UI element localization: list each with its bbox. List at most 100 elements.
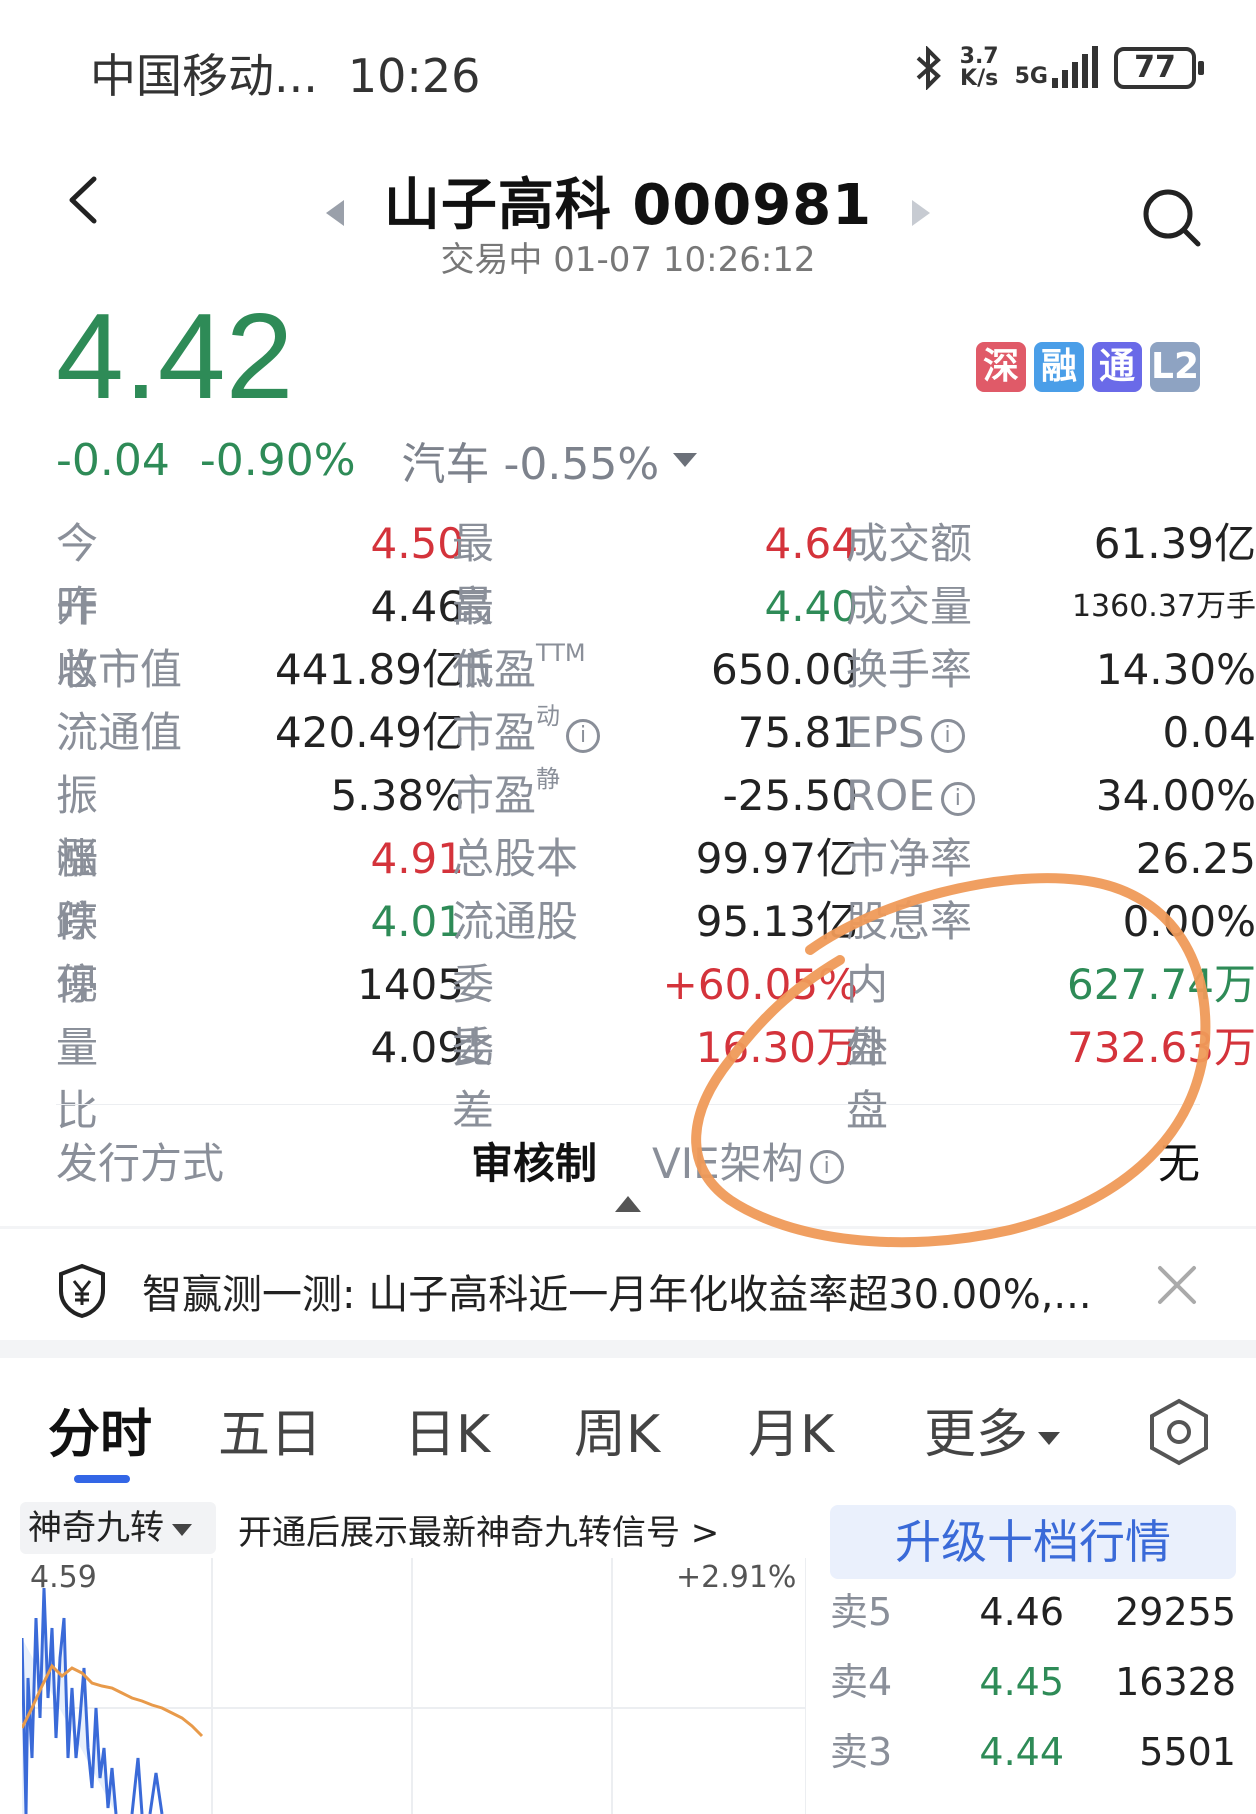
- status-bar-right: 3.7 K/s 5G 77: [914, 46, 1204, 90]
- pe-ttm-value: 650.00: [711, 645, 858, 694]
- network-type: 5G: [1014, 64, 1048, 89]
- upgrade-level10-button[interactable]: 升级十档行情: [830, 1505, 1236, 1579]
- current-vol-value: 1405: [357, 960, 464, 1009]
- signal-bars: [1052, 46, 1098, 88]
- roe-value: 34.00%: [1095, 771, 1256, 820]
- float-cap-label: 流通值: [56, 708, 183, 757]
- total-shares-value: 99.97亿: [695, 834, 858, 883]
- low-value: 4.40: [764, 582, 858, 631]
- quote-row: 跌停 4.01 流通股 95.13亿 股息率 0.00%: [56, 890, 1256, 1009]
- tab-weekly-k[interactable]: 周K: [574, 1392, 660, 1467]
- info-icon[interactable]: i: [566, 718, 601, 753]
- ask-price: 4.44: [979, 1730, 1064, 1774]
- bluetooth-icon: [916, 46, 941, 90]
- market-cap-value: 441.89亿: [275, 645, 464, 694]
- order-book-row: 卖3 4.44 5501: [830, 1722, 1236, 1782]
- quote-row: 流通值 420.49亿 市盈动i 75.81 EPS i 0.04: [56, 701, 1256, 764]
- signal-icon: 5G: [1014, 46, 1098, 89]
- page-title: 山子高科 000981: [383, 173, 873, 238]
- section-separator: [0, 1226, 1256, 1229]
- indicator-upgrade-link[interactable]: 开通后展示最新神奇九转信号 >: [238, 1505, 719, 1554]
- dividend-value: 0.00%: [1122, 897, 1256, 946]
- volume-value: 1360.37万手: [1071, 589, 1256, 624]
- ask-price: 4.46: [979, 1590, 1064, 1634]
- quote-row: 涨停 4.91 总股本 99.97亿 市净率 26.25: [56, 827, 1256, 946]
- vie-value: 无: [1157, 1139, 1200, 1188]
- price-change-line: -0.04 -0.90% 汽车 -0.55%: [56, 428, 698, 492]
- quote-row: 量比 4.09 委差 16.30万 外盘 732.63万: [56, 1016, 1256, 1135]
- notice-text: 智赢测一测: 山子高科近一月年化收益率超30.00%,...: [142, 1272, 1092, 1318]
- indicator-select[interactable]: 神奇九转: [20, 1502, 216, 1554]
- section-separator: [0, 1340, 1256, 1358]
- pb-value: 26.25: [1135, 834, 1256, 883]
- settings-hexagon-icon[interactable]: [1146, 1397, 1212, 1467]
- net-speed: 3.7 K/s: [960, 46, 999, 90]
- market-badges: 深 融 通 L2: [976, 342, 1200, 392]
- open-value: 4.50: [370, 519, 464, 568]
- chevron-down-icon: [172, 1523, 192, 1536]
- close-icon[interactable]: [1154, 1262, 1200, 1308]
- tab-five-day[interactable]: 五日: [218, 1392, 322, 1467]
- vie-label-text: VIE架构: [652, 1139, 804, 1188]
- pe-dynamic-label: 市盈动i: [452, 701, 602, 764]
- status-bar-left: 中国移动... 10:26: [90, 40, 480, 106]
- intraday-chart[interactable]: [22, 1558, 806, 1814]
- price-change: -0.04: [56, 434, 170, 486]
- tab-monthly-k[interactable]: 月K: [748, 1392, 834, 1467]
- order-book-row: 卖5 4.46 29255: [830, 1582, 1236, 1642]
- badge-margin[interactable]: 融: [1034, 342, 1084, 392]
- collapse-arrow-icon[interactable]: [615, 1196, 641, 1212]
- vol-ratio-value: 4.09: [370, 1023, 464, 1072]
- bid-ratio-value: +60.05%: [662, 960, 858, 1009]
- ask-price: 4.45: [979, 1660, 1064, 1704]
- ask-volume: 5501: [1139, 1730, 1236, 1774]
- price-change-pct: -0.90%: [199, 434, 356, 486]
- badge-shenzhen[interactable]: 深: [976, 342, 1026, 392]
- pe-dynamic-value: 75.81: [737, 708, 858, 757]
- next-stock-arrow-icon[interactable]: [912, 200, 930, 226]
- pe-dyn-superscript: 动: [536, 702, 561, 730]
- search-icon[interactable]: [1140, 186, 1204, 250]
- tab-daily-k[interactable]: 日K: [404, 1392, 490, 1467]
- eps-label-text: EPS: [846, 708, 925, 757]
- chevron-down-icon[interactable]: [673, 453, 698, 467]
- badge-level2[interactable]: L2: [1150, 342, 1200, 392]
- bid-diff-value: 16.30万: [695, 1023, 858, 1072]
- tab-more-label: 更多: [924, 1405, 1029, 1465]
- pe-static-label-text: 市盈: [452, 771, 537, 820]
- pe-ttm-superscript: TTM: [536, 639, 586, 667]
- last-price: 4.42: [56, 288, 294, 424]
- ask-volume: 16328: [1115, 1660, 1236, 1704]
- tab-more[interactable]: 更多: [924, 1392, 1061, 1467]
- quote-row: 现量 1405 委比 +60.05% 内盘 627.74万: [56, 953, 1256, 1072]
- issuance-row: 发行方式 审核制 VIE架构 i 无: [56, 1130, 1200, 1190]
- notice-banner[interactable]: 智赢测一测: 山子高科近一月年化收益率超30.00%,...: [56, 1256, 1200, 1326]
- order-book-row: 卖4 4.45 16328: [830, 1652, 1236, 1712]
- issuance-label: 发行方式: [56, 1139, 225, 1188]
- ask-level-label: 卖4: [830, 1660, 893, 1704]
- quote-grid: 今开 4.50 最高 4.64 成交额 61.39亿 昨收 4.46 最低 4.…: [56, 512, 1256, 1135]
- quote-row: 总市值 441.89亿 市盈TTM 650.00 换手率 14.30%: [56, 638, 1256, 701]
- float-cap-value: 420.49亿: [275, 708, 464, 757]
- sector-label: 汽车: [401, 439, 490, 490]
- clock-time: 10:26: [347, 49, 481, 103]
- quote-row: 振幅 5.38% 市盈静 -25.50 ROE i 34.00%: [56, 764, 1256, 883]
- badge-connect[interactable]: 通: [1092, 342, 1142, 392]
- tab-intraday[interactable]: 分时: [48, 1392, 152, 1467]
- ask-level-label: 卖5: [830, 1590, 893, 1634]
- chart-pct-label: +2.91%: [676, 1560, 797, 1595]
- pe-static-superscript: 静: [536, 765, 561, 793]
- info-icon[interactable]: i: [809, 1149, 844, 1184]
- sector-change: -0.55%: [503, 439, 660, 490]
- sector-name[interactable]: 汽车 -0.55%: [402, 428, 660, 492]
- amplitude-value: 5.38%: [330, 771, 464, 820]
- ask-volume: 29255: [1115, 1590, 1236, 1634]
- turnover-rate-value: 14.30%: [1095, 645, 1256, 694]
- limit-down-value: 4.01: [370, 897, 464, 946]
- float-shares-label: 流通股: [452, 897, 579, 946]
- chart-tabs: 分时 五日 日K 周K 月K 更多: [48, 1392, 1208, 1465]
- quote-row: 昨收 4.46 最低 4.40 成交量 1360.37万手: [56, 575, 1256, 694]
- chevron-down-icon: [1038, 1431, 1061, 1445]
- bid-diff-label: 委差: [452, 1023, 539, 1135]
- chart-high-label: 4.59: [30, 1560, 97, 1595]
